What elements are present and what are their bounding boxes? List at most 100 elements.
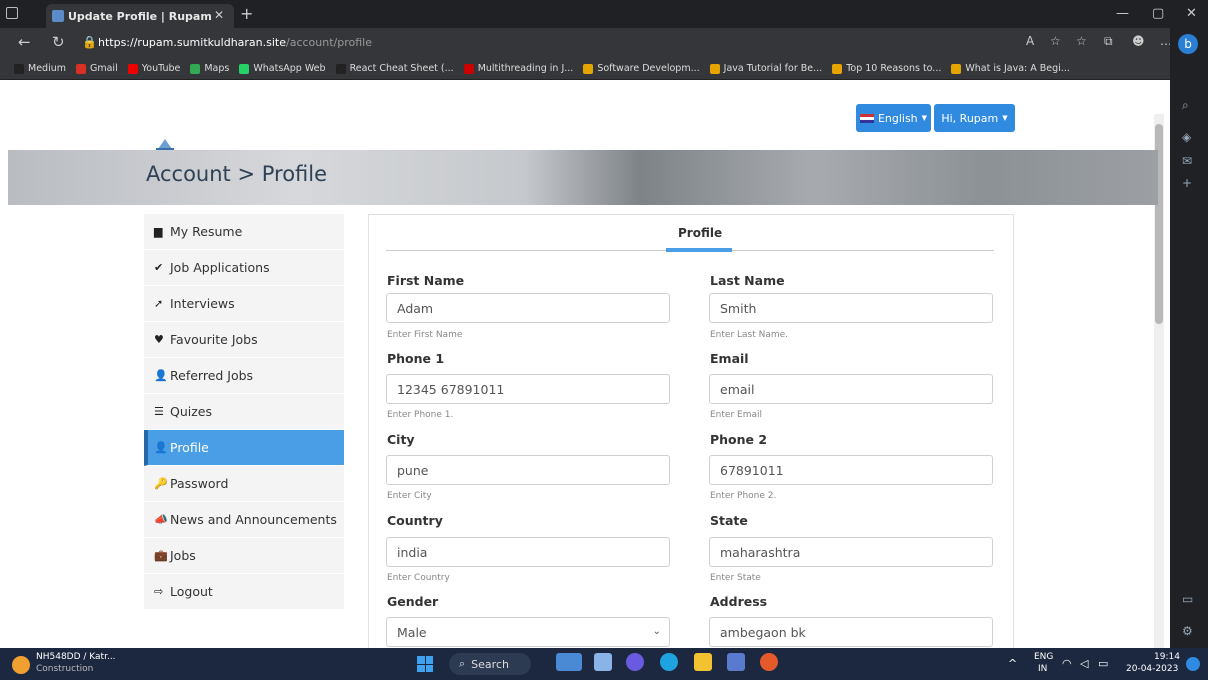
bookmark-item[interactable]: Software Developm... (583, 63, 700, 74)
menu-item-logout[interactable]: ⇨ Logout (144, 574, 344, 610)
show-hidden-icons-icon[interactable]: ^ (1008, 657, 1017, 670)
user-menu-button[interactable]: Hi, Rupam ▼ (934, 104, 1015, 132)
bookmark-item[interactable]: YouTube (127, 63, 180, 74)
menu-item-referred-jobs[interactable]: 👤 Referred Jobs (144, 358, 344, 394)
menu-item-label: Quizes (170, 404, 212, 419)
search-icon: ⌕ (459, 657, 466, 670)
menu-item-profile[interactable]: 👤 Profile (144, 430, 344, 466)
sidebar-toggle-icon[interactable]: ▭ (1182, 592, 1193, 606)
site-logo[interactable] (156, 137, 174, 151)
read-aloud-icon[interactable]: A (1026, 34, 1034, 48)
last-name-input[interactable]: Smith (709, 293, 993, 323)
bookmark-item[interactable]: WhatsApp Web (239, 63, 326, 74)
country-input[interactable]: india (386, 537, 670, 567)
email-value: email (720, 381, 755, 397)
phone2-value: 67891011 (720, 462, 784, 478)
tab-actions-icon[interactable] (6, 7, 18, 19)
bookmark-item[interactable]: Medium (14, 63, 66, 74)
first-name-input[interactable]: Adam (386, 293, 670, 323)
email-input[interactable]: email (709, 374, 993, 404)
clock-date[interactable]: 20-04-2023 (1126, 664, 1178, 674)
edge-browser-icon[interactable] (660, 653, 678, 671)
notification-icon[interactable] (1186, 657, 1200, 671)
phone2-input[interactable]: 67891011 (709, 455, 993, 485)
outlook-icon[interactable]: ✉ (1182, 154, 1192, 168)
add-sidebar-icon[interactable]: + (1182, 176, 1192, 190)
menu-item-quizes[interactable]: ☰ Quizes (144, 394, 344, 430)
menu-item-label: Referred Jobs (170, 368, 254, 383)
state-value: maharashtra (720, 544, 801, 560)
volume-icon[interactable]: ◁ (1080, 657, 1088, 670)
weather-title[interactable]: NH548DD / Katr... (36, 652, 116, 662)
active-tab-indicator (666, 248, 732, 252)
collections-icon[interactable]: ⧉ (1104, 34, 1113, 49)
state-input[interactable]: maharashtra (709, 537, 993, 567)
url-field[interactable]: https://rupam.sumitkuldharan.site/accoun… (98, 33, 398, 53)
bookmark-item[interactable]: Maps (190, 63, 229, 74)
menu-item-jobs[interactable]: 💼 Jobs (144, 538, 344, 574)
clock-time[interactable]: 19:14 (1154, 652, 1180, 662)
city-input[interactable]: pune (386, 455, 670, 485)
wifi-icon[interactable]: ◠ (1062, 657, 1072, 670)
bookmark-item[interactable]: Gmail (76, 63, 118, 74)
settings-icon[interactable]: ⚙ (1182, 624, 1193, 638)
bookmark-item[interactable]: React Cheat Sheet (... (335, 63, 454, 74)
bullhorn-icon: 📣 (154, 513, 168, 526)
battery-icon[interactable]: ▭ (1098, 657, 1108, 670)
bookmark-favicon-icon (76, 63, 86, 74)
favorite-star-icon[interactable]: ☆ (1050, 34, 1061, 48)
tab-profile[interactable]: Profile (678, 226, 722, 240)
bookmark-favicon-icon (463, 63, 474, 74)
chrome-icon[interactable] (760, 653, 778, 671)
bookmark-item[interactable]: Java Tutorial for Be... (709, 63, 823, 74)
profile-avatar-icon[interactable]: ☻ (1132, 34, 1145, 48)
phone1-input[interactable]: 12345 67891011 (386, 374, 670, 404)
menu-item-label: Profile (170, 440, 209, 455)
taskbar-search-box[interactable]: ⌕ Search (449, 653, 531, 675)
favorites-icon[interactable]: ☆ (1076, 34, 1087, 48)
search-icon[interactable]: ⌕ (1182, 98, 1189, 113)
key-icon: 🔑 (154, 477, 168, 490)
start-windows-icon[interactable] (417, 656, 433, 672)
store-icon[interactable] (727, 653, 745, 671)
widgets-icon[interactable] (556, 653, 582, 671)
language-bottom[interactable]: IN (1038, 664, 1047, 674)
refresh-icon[interactable]: ↻ (52, 33, 65, 51)
task-view-icon[interactable] (594, 653, 612, 671)
menu-item-label: Job Applications (170, 260, 270, 275)
bookmark-item[interactable]: What is Java: A Begi... (951, 63, 1070, 74)
bing-chat-icon[interactable]: b (1178, 34, 1198, 54)
bookmark-label: Java Tutorial for Be... (723, 63, 823, 74)
bookmark-item[interactable]: Multithreading in J... (463, 63, 574, 74)
menu-item-label: Password (170, 476, 229, 491)
shopping-icon[interactable]: ◈ (1182, 130, 1191, 144)
menu-item-job-applications[interactable]: ✔ Job Applications (144, 250, 344, 286)
gender-select[interactable]: Male ⌄ (386, 617, 670, 647)
lock-icon[interactable]: 🔒 (82, 35, 97, 49)
chat-icon[interactable] (626, 653, 644, 671)
file-explorer-icon[interactable] (694, 653, 712, 671)
minimize-icon[interactable]: — (1116, 6, 1129, 21)
close-tab-icon[interactable]: ✕ (214, 8, 224, 22)
menu-item-favourite-jobs[interactable]: ♥ Favourite Jobs (144, 322, 344, 358)
menu-item-interviews[interactable]: ➚ Interviews (144, 286, 344, 322)
menu-item-password[interactable]: 🔑 Password (144, 466, 344, 502)
caret-down-icon: ▼ (1002, 114, 1008, 122)
weather-alert-icon[interactable] (12, 656, 30, 674)
bookmark-item[interactable]: Top 10 Reasons to... (832, 63, 941, 74)
bookmark-label: Medium (28, 63, 66, 74)
new-tab-icon[interactable]: + (240, 4, 253, 23)
user-icon: 👤 (154, 441, 168, 454)
back-icon[interactable]: ← (18, 33, 31, 51)
language-top[interactable]: ENG (1034, 652, 1053, 662)
language-dropdown-button[interactable]: English ▼ (856, 104, 931, 132)
close-window-icon[interactable]: ✕ (1186, 6, 1197, 21)
bookmark-favicon-icon (335, 63, 346, 74)
menu-item-my-resume[interactable]: ▆ My Resume (144, 214, 344, 250)
bookmark-label: Multithreading in J... (477, 63, 574, 74)
restore-icon[interactable]: ▢ (1152, 6, 1164, 21)
address-input[interactable]: ambegaon bk (709, 617, 993, 647)
browser-tab[interactable]: Update Profile | Rupam ✕ (46, 4, 234, 28)
state-hint: Enter State (710, 573, 761, 583)
menu-item-news-and-announcements[interactable]: 📣 News and Announcements (144, 502, 344, 538)
